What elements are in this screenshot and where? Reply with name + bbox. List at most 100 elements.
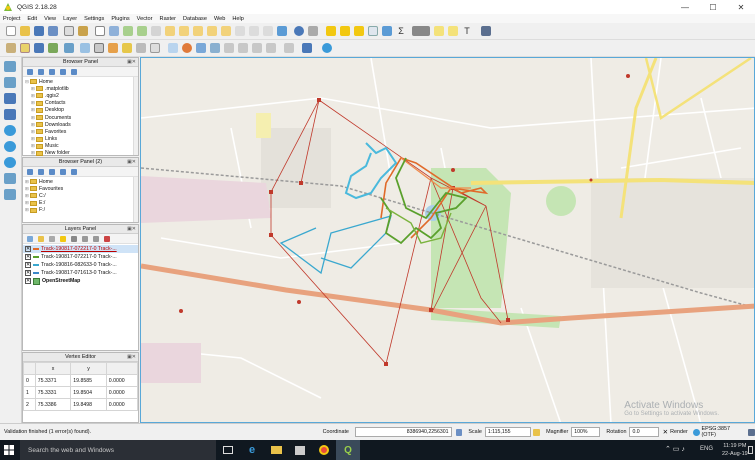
text-annotation-icon[interactable]: T: [462, 26, 472, 36]
pin-labels-icon[interactable]: [196, 43, 206, 53]
toggle-extents-icon[interactable]: [455, 428, 463, 436]
tree-item[interactable]: ⊞ Documents: [25, 114, 136, 121]
magnifier-spinbox[interactable]: 100%: [571, 427, 601, 437]
save-project-icon[interactable]: [34, 26, 44, 36]
layer-visibility-checkbox[interactable]: ✕: [25, 246, 31, 252]
menu-settings[interactable]: Settings: [84, 16, 104, 22]
save-layer-edits-icon[interactable]: [34, 43, 44, 53]
menu-plugins[interactable]: Plugins: [111, 16, 129, 22]
layer-labeling-icon[interactable]: [182, 43, 192, 53]
layer-visibility-checkbox[interactable]: ✕: [25, 270, 31, 276]
layer-visibility-checkbox[interactable]: ✕: [25, 254, 31, 260]
add-spatialite-layer-icon[interactable]: [4, 109, 16, 120]
layer-visibility-checkbox[interactable]: ✕: [25, 278, 31, 284]
add-feature-icon[interactable]: [48, 43, 58, 53]
filter-icon[interactable]: [49, 168, 55, 175]
browser2-scrollbar[interactable]: [133, 177, 138, 222]
add-postgis-layer-icon[interactable]: [4, 93, 16, 104]
zoom-to-selection-icon[interactable]: [179, 26, 189, 36]
remove-layer-icon[interactable]: [104, 235, 110, 242]
layer-visibility-checkbox[interactable]: ✕: [25, 262, 31, 268]
new-annotation-icon[interactable]: [448, 26, 458, 36]
layer-item[interactable]: ✕ OpenStreetMap: [23, 277, 138, 285]
render-checkbox[interactable]: ✕: [663, 428, 668, 436]
node-tool-icon[interactable]: [80, 43, 90, 53]
add-selected-icon[interactable]: [27, 168, 33, 175]
tree-item[interactable]: ⊞ New folder: [25, 150, 136, 157]
maximize-button[interactable]: ☐: [699, 0, 727, 14]
cut-features-icon[interactable]: [108, 43, 118, 53]
move-feature-icon[interactable]: [64, 43, 74, 53]
tree-item[interactable]: ⊞ Desktop: [25, 107, 136, 114]
enable-properties-icon[interactable]: [71, 68, 77, 75]
file-explorer-icon[interactable]: [264, 440, 288, 460]
tree-item[interactable]: ⊞ C:/: [25, 192, 136, 199]
change-label-icon[interactable]: [252, 43, 262, 53]
pan-to-selection-icon[interactable]: [109, 26, 119, 36]
panel-float-close-icon[interactable]: ▣✕: [127, 59, 136, 65]
crs-status[interactable]: EPSG:3857 (OTF): [702, 426, 745, 438]
select-features-icon[interactable]: [326, 26, 336, 36]
tree-item[interactable]: ⊟ Home: [25, 78, 136, 85]
zoom-next-icon[interactable]: [221, 26, 231, 36]
tree-item[interactable]: ⊞ .matplotlib: [25, 85, 136, 92]
tree-item[interactable]: ⊞ F:/: [25, 207, 136, 214]
panel-float-close-icon[interactable]: ▣✕: [127, 354, 136, 360]
deselect-all-icon[interactable]: [354, 26, 364, 36]
zoom-out-icon[interactable]: [137, 26, 147, 36]
notifications-icon[interactable]: [748, 446, 753, 454]
new-map-view-icon[interactable]: [235, 26, 245, 36]
highlight-labels-icon[interactable]: [266, 43, 276, 53]
tree-item[interactable]: ⊞ E:/: [25, 200, 136, 207]
move-label-icon[interactable]: [224, 43, 234, 53]
plugin-globe-icon[interactable]: [322, 43, 332, 53]
run-feature-action-icon[interactable]: [308, 26, 318, 36]
layer-item[interactable]: ✕ Track-190816-082633-0 Track-...: [23, 261, 138, 269]
store-icon[interactable]: [288, 440, 312, 460]
menu-view[interactable]: View: [44, 16, 56, 22]
add-raster-layer-icon[interactable]: [4, 77, 16, 88]
composer-manager-icon[interactable]: [78, 26, 88, 36]
filter-legend-icon[interactable]: [60, 235, 66, 242]
menu-web[interactable]: Web: [214, 16, 225, 22]
manage-map-themes-icon[interactable]: [49, 235, 55, 242]
minimize-button[interactable]: —: [671, 0, 699, 14]
add-wcs-layer-icon[interactable]: [4, 141, 16, 152]
statistical-summary-icon[interactable]: [382, 26, 392, 36]
tray-icons[interactable]: ⌃ ▭ ♪: [665, 445, 685, 453]
new-project-icon[interactable]: [6, 26, 16, 36]
add-selected-icon[interactable]: [27, 68, 33, 75]
python-console-icon[interactable]: [481, 26, 491, 36]
crs-globe-icon[interactable]: [692, 428, 700, 436]
tree-item[interactable]: ⊞ Favorites: [25, 128, 136, 135]
panel-float-close-icon[interactable]: ▣✕: [127, 159, 136, 165]
label-tool-icon[interactable]: [168, 43, 178, 53]
clock[interactable]: 11:19 PM 22-Aug-19: [722, 442, 748, 458]
sum-icon[interactable]: Σ: [396, 26, 406, 36]
add-delimited-text-icon[interactable]: [4, 173, 16, 184]
filter-by-expression-icon[interactable]: [71, 235, 77, 242]
save-as-icon[interactable]: [48, 26, 58, 36]
refresh-icon[interactable]: [38, 168, 44, 175]
measure-line-icon[interactable]: [412, 26, 430, 36]
menu-database[interactable]: Database: [183, 16, 207, 22]
table-row[interactable]: 1 75.3331 19.8504 0.0000: [23, 386, 139, 399]
zoom-in-icon[interactable]: [123, 26, 133, 36]
map-tips-icon[interactable]: [434, 26, 444, 36]
select-by-value-icon[interactable]: [340, 26, 350, 36]
open-attribute-table-icon[interactable]: [368, 26, 378, 36]
panel-float-close-icon[interactable]: ▣✕: [127, 226, 136, 232]
add-vector-layer-icon[interactable]: [4, 61, 16, 72]
new-print-composer-icon[interactable]: [64, 26, 74, 36]
add-wms-layer-icon[interactable]: [4, 125, 16, 136]
layer-item[interactable]: ✕ Track-190817-072217-0 Track-...: [23, 253, 138, 261]
undo-icon[interactable]: [150, 43, 160, 53]
identify-features-icon[interactable]: [294, 26, 304, 36]
collapse-all-icon[interactable]: [93, 235, 99, 242]
chrome-icon[interactable]: [312, 440, 336, 460]
zoom-last-icon[interactable]: [207, 26, 217, 36]
collapse-all-icon[interactable]: [60, 68, 66, 75]
browser-scrollbar[interactable]: [133, 77, 138, 155]
tree-item[interactable]: ⊞ Music: [25, 143, 136, 150]
current-edits-icon[interactable]: [6, 43, 16, 53]
